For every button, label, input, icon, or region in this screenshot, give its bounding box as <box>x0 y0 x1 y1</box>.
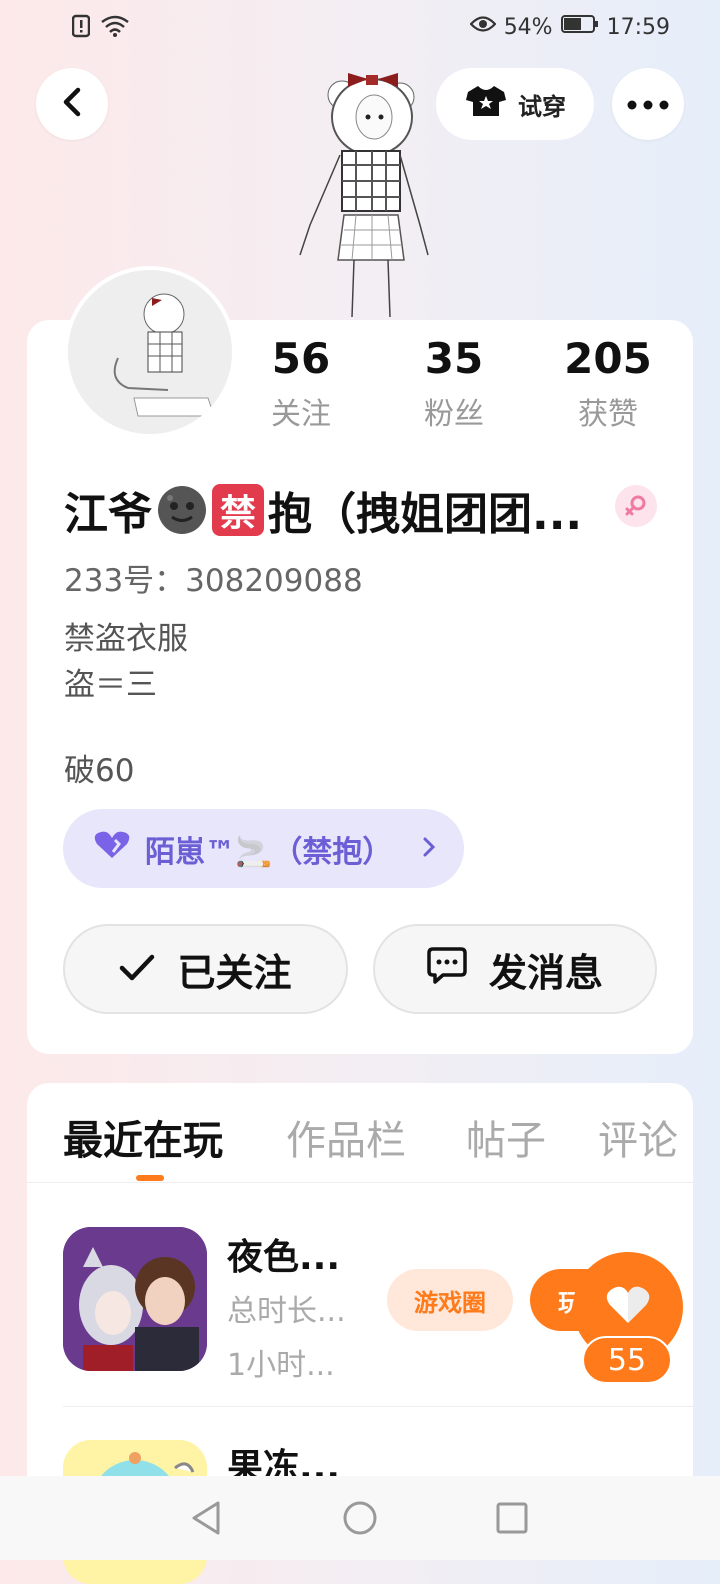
alert-icon <box>71 14 91 42</box>
row-divider <box>63 1406 693 1407</box>
forbidden-badge: 禁 <box>212 484 264 536</box>
stat-following[interactable]: 56 关注 <box>236 334 366 433</box>
chevron-right-icon <box>422 831 436 866</box>
tab-works[interactable]: 作品栏 <box>286 1108 406 1166</box>
heart-icon <box>93 830 131 868</box>
profile-name-prefix: 江爷 <box>64 489 152 540</box>
try-on-button[interactable]: 试穿 <box>436 68 594 140</box>
bio: 禁盗衣服 盗＝三 破60 <box>64 616 188 794</box>
avatar[interactable] <box>64 266 236 438</box>
status-bar: 54% 17:59 <box>0 0 720 56</box>
tshirt-icon <box>464 84 508 124</box>
tab-comments[interactable]: 评论 <box>598 1108 692 1166</box>
female-gender-icon <box>615 485 657 527</box>
back-button[interactable] <box>36 68 108 140</box>
stat-likes-label: 获赞 <box>578 397 638 432</box>
eye-icon <box>469 14 497 40</box>
heart-filled-icon <box>605 1285 651 1329</box>
tab-active-indicator <box>136 1175 164 1181</box>
clock: 17:59 <box>606 14 670 40</box>
stat-following-value: 56 <box>271 334 331 383</box>
chevron-left-icon <box>60 87 84 121</box>
follow-label: 已关注 <box>177 950 292 995</box>
try-on-label: 试穿 <box>518 92 566 121</box>
game-icon-1[interactable] <box>63 1227 207 1371</box>
message-label: 发消息 <box>488 950 603 995</box>
character-illustration <box>280 55 440 320</box>
game-recent-time-1: 1小时... <box>227 1348 335 1383</box>
more-dots-icon <box>627 95 669 114</box>
game-title-1[interactable]: 夜色... <box>227 1228 340 1280</box>
nav-recents-icon[interactable] <box>496 1502 528 1538</box>
stat-following-label: 关注 <box>271 397 331 432</box>
stat-fans[interactable]: 35 粉丝 <box>389 334 519 433</box>
group-pill-label: 陌崽™🚬（禁抱） <box>145 834 393 870</box>
stat-likes[interactable]: 205 获赞 <box>543 334 673 433</box>
stat-fans-label: 粉丝 <box>424 397 484 432</box>
battery-percent: 54% <box>503 14 553 40</box>
game-circle-button[interactable]: 游戏圈 <box>387 1269 513 1331</box>
nav-home-icon[interactable] <box>342 1500 378 1540</box>
dark-moon-emoji <box>156 484 208 536</box>
system-nav-bar <box>0 1476 720 1560</box>
more-button[interactable] <box>612 68 684 140</box>
bio-line-3: 破60 <box>64 753 135 789</box>
profile-name-suffix: 抱（拽姐团团... <box>268 489 583 540</box>
like-count-badge: 55 <box>582 1336 672 1384</box>
message-button[interactable]: 发消息 <box>373 924 657 1014</box>
group-pill[interactable]: 陌崽™🚬（禁抱） <box>63 809 464 888</box>
chat-bubble-icon <box>427 946 467 993</box>
stat-likes-value: 205 <box>564 334 652 383</box>
battery-icon <box>560 14 599 40</box>
check-icon <box>119 947 155 991</box>
profile-name: 江爷 禁 抱（拽姐团团... <box>64 478 582 542</box>
user-id: 233号：308209088 <box>64 563 363 599</box>
nav-back-icon[interactable] <box>190 1500 222 1540</box>
bio-line-1: 禁盗衣服 <box>64 621 188 657</box>
wifi-icon <box>100 14 130 42</box>
bio-line-2: 盗＝三 <box>64 667 157 703</box>
follow-button[interactable]: 已关注 <box>63 924 348 1014</box>
tab-posts[interactable]: 帖子 <box>466 1108 546 1166</box>
game-total-time-1: 总时长... <box>227 1294 346 1329</box>
tab-recent[interactable]: 最近在玩 <box>63 1108 223 1166</box>
stat-fans-value: 35 <box>424 334 484 383</box>
tab-divider <box>27 1182 693 1183</box>
